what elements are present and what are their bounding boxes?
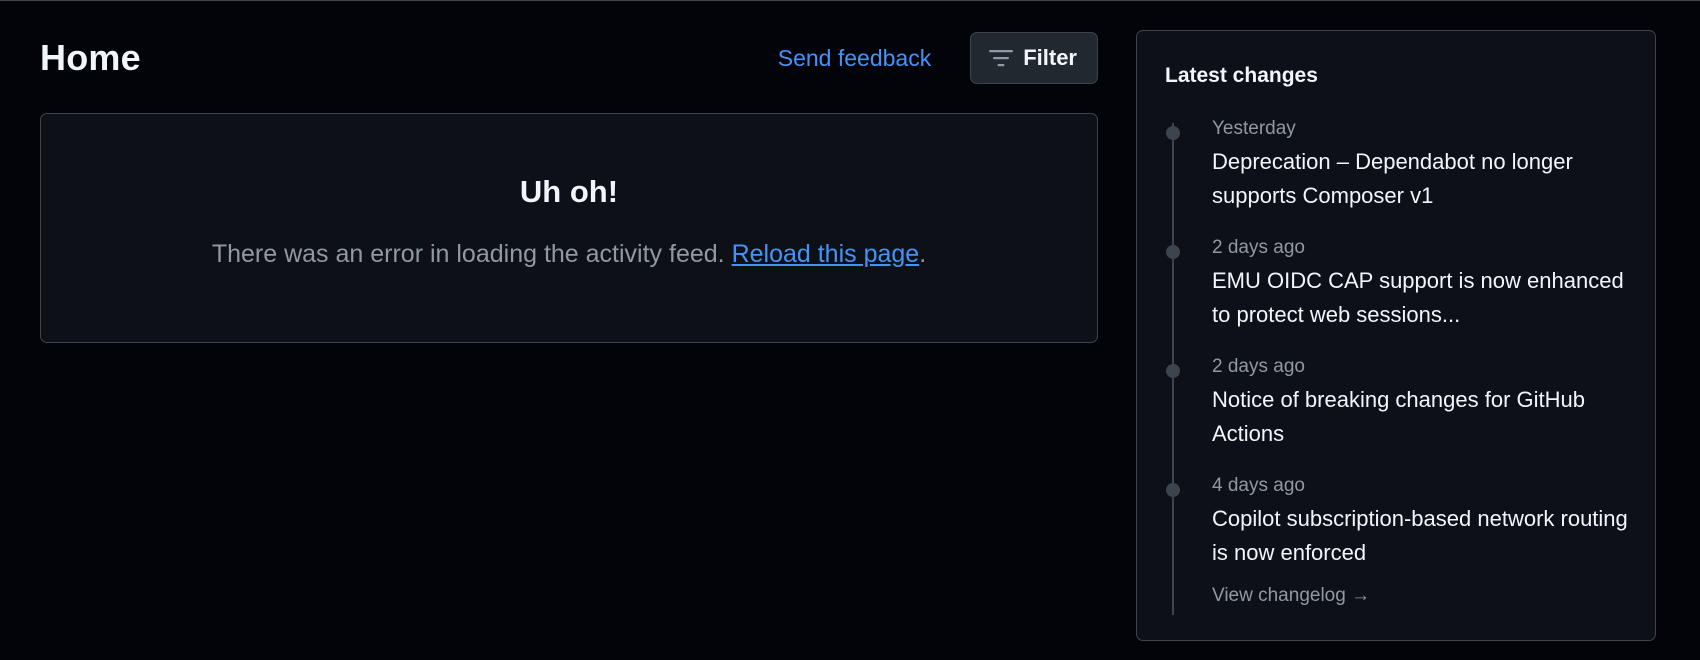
page-header: Home Send feedback Filter xyxy=(40,31,1098,85)
main-content: Home Send feedback Filter Uh oh! There w… xyxy=(40,31,1098,343)
filter-button[interactable]: Filter xyxy=(970,32,1098,84)
change-date: 4 days ago xyxy=(1212,475,1305,496)
timeline-dot xyxy=(1166,245,1180,259)
latest-changes-title: Latest changes xyxy=(1165,64,1318,87)
timeline-dot xyxy=(1166,126,1180,140)
change-date: 2 days ago xyxy=(1212,237,1305,258)
send-feedback-link[interactable]: Send feedback xyxy=(778,45,931,72)
filter-icon xyxy=(989,49,1014,67)
activity-feed-error: Uh oh! There was an error in loading the… xyxy=(40,113,1098,343)
change-item: 2 days ago Notice of breaking changes fo… xyxy=(1137,353,1655,472)
change-date: Yesterday xyxy=(1212,118,1296,139)
change-title-link[interactable]: Copilot subscription-based network routi… xyxy=(1212,502,1632,570)
change-item: Yesterday Deprecation – Dependabot no lo… xyxy=(1137,115,1655,234)
page-title: Home xyxy=(40,37,141,78)
change-title-link[interactable]: EMU OIDC CAP support is now enhanced to … xyxy=(1212,264,1632,332)
change-item: 2 days ago EMU OIDC CAP support is now e… xyxy=(1137,234,1655,353)
timeline-dot xyxy=(1166,364,1180,378)
reload-page-link[interactable]: Reload this page xyxy=(732,240,920,268)
view-changelog-link[interactable]: View changelog → xyxy=(1212,585,1370,607)
changes-list: Yesterday Deprecation – Dependabot no lo… xyxy=(1137,115,1655,591)
change-date: 2 days ago xyxy=(1212,356,1305,377)
filter-button-label: Filter xyxy=(1023,45,1077,70)
error-message-text: There was an error in loading the activi… xyxy=(211,240,725,268)
error-message-suffix: . xyxy=(919,240,927,268)
error-message-line: There was an error in loading the activi… xyxy=(41,240,1097,269)
change-item: 4 days ago Copilot subscription-based ne… xyxy=(1137,472,1655,591)
timeline-dot xyxy=(1166,483,1180,497)
page: Home Send feedback Filter Uh oh! There w… xyxy=(0,0,1700,660)
error-heading: Uh oh! xyxy=(519,174,619,209)
change-title-link[interactable]: Notice of breaking changes for GitHub Ac… xyxy=(1212,383,1632,451)
change-title-link[interactable]: Deprecation – Dependabot no longer suppo… xyxy=(1212,145,1632,213)
latest-changes-panel: Latest changes Yesterday Deprecation – D… xyxy=(1136,30,1656,641)
